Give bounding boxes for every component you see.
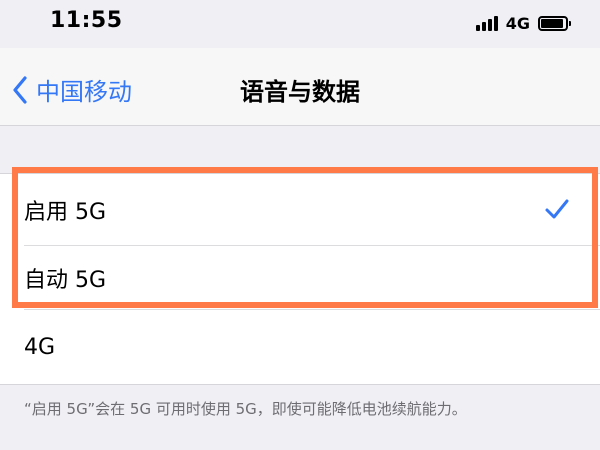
checkmark-icon xyxy=(545,199,569,219)
navigation-bar: 中国移动 语音与数据 xyxy=(0,48,600,126)
option-auto-5g[interactable]: 自动 5G xyxy=(0,246,600,310)
cellular-signal-icon xyxy=(475,15,498,31)
status-time: 11:55 xyxy=(50,8,123,33)
status-indicators: 4G xyxy=(475,12,571,34)
option-4g[interactable]: 4G xyxy=(0,310,600,384)
option-description: “启用 5G”会在 5G 可用时使用 5G，即使可能降低电池续航能力。 xyxy=(24,400,467,418)
status-bar: 11:55 4G xyxy=(0,0,600,48)
voice-and-data-screen: 11:55 4G 中国移动 语音与数据 启用 5G 自动 5G 4G “启用 5… xyxy=(0,0,600,450)
option-label: 启用 5G xyxy=(24,200,107,225)
network-type-label: 4G xyxy=(505,13,530,33)
battery-icon xyxy=(538,15,571,31)
option-enable-5g[interactable]: 启用 5G xyxy=(0,174,600,246)
option-label: 自动 5G xyxy=(24,268,107,293)
network-options-list: 启用 5G 自动 5G 4G xyxy=(0,173,600,385)
page-title: 语音与数据 xyxy=(240,78,360,106)
option-label: 4G xyxy=(24,334,56,360)
